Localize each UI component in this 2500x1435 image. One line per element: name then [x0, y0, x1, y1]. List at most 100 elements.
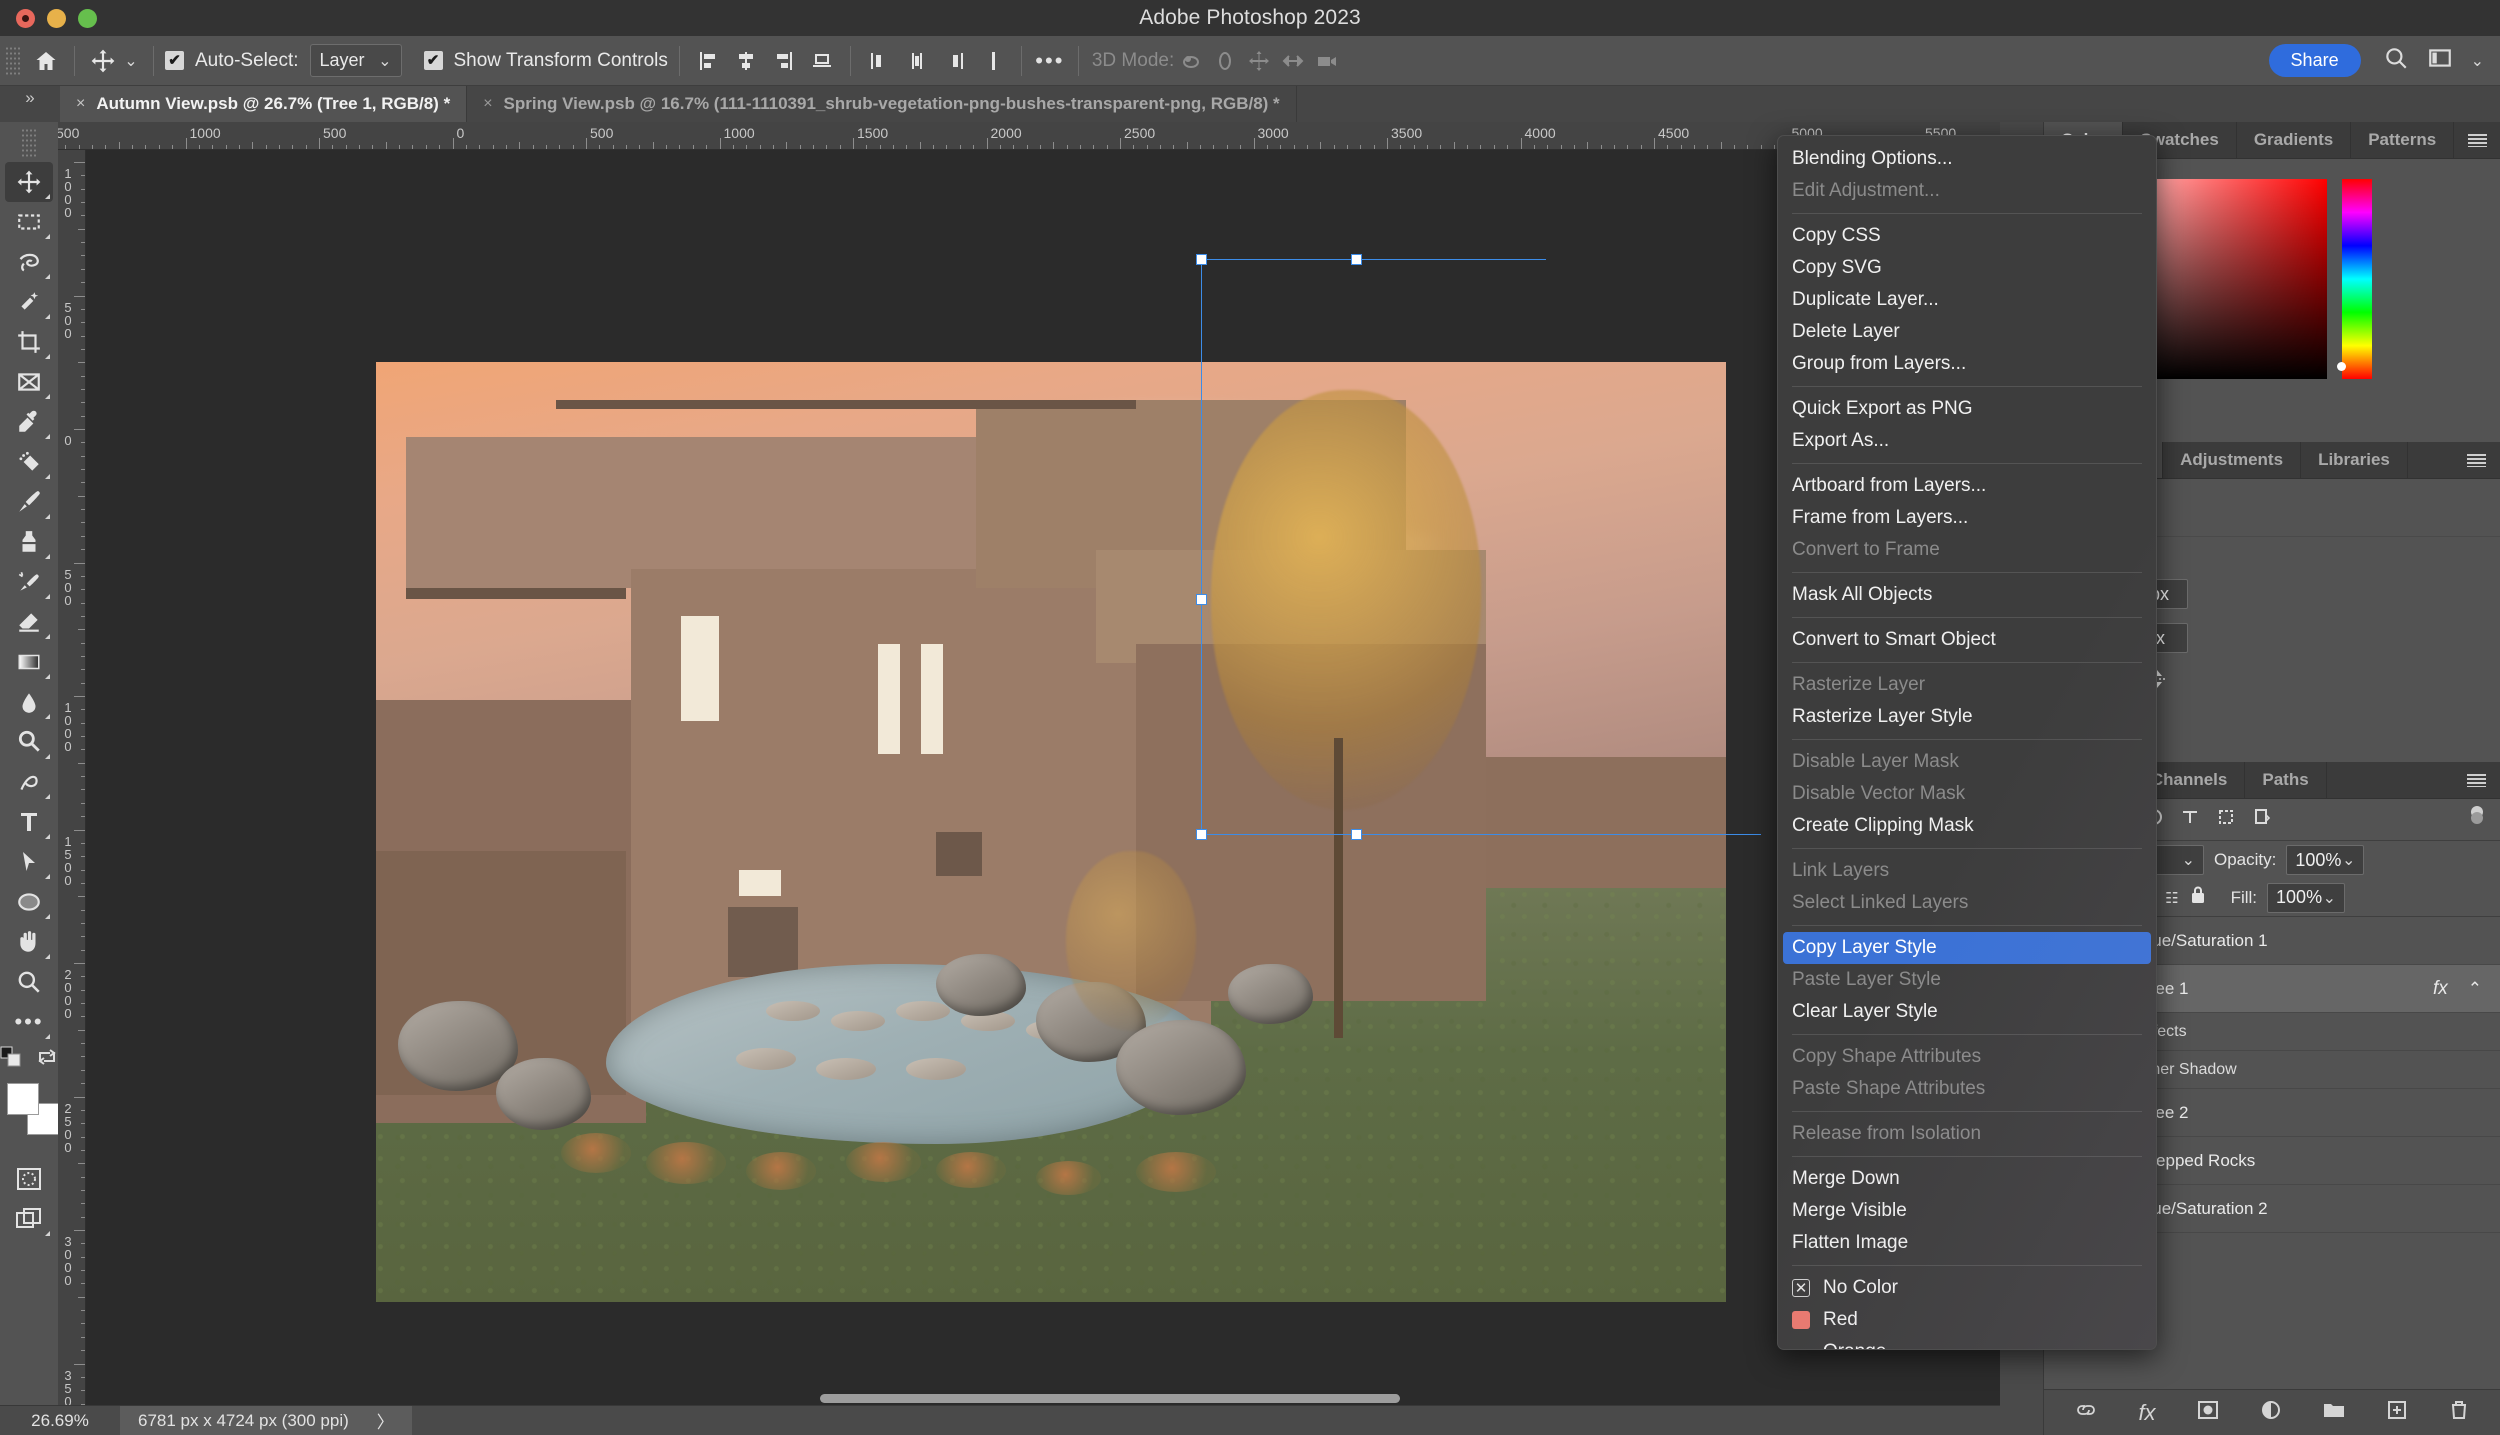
tab-paths[interactable]: Paths: [2245, 762, 2327, 798]
menu-item-frame-from-layers[interactable]: Frame from Layers...: [1778, 502, 2156, 534]
menu-item-duplicate-layer[interactable]: Duplicate Layer...: [1778, 284, 2156, 316]
object-selection-tool[interactable]: [5, 282, 53, 322]
link-layers-icon[interactable]: [2074, 1400, 2098, 1425]
transform-handle-top-left[interactable]: [1196, 254, 1207, 265]
panel-menu-icon[interactable]: [2453, 442, 2500, 478]
document-tab-spring-view[interactable]: × Spring View.psb @ 16.7% (111-1110391_s…: [467, 86, 1297, 122]
hand-tool[interactable]: [5, 922, 53, 962]
tab-gradients[interactable]: Gradients: [2237, 122, 2352, 158]
foreground-color-swatch[interactable]: [7, 1083, 39, 1115]
distribute-center-icon[interactable]: [900, 44, 934, 78]
menu-item-merge-down[interactable]: Merge Down: [1778, 1163, 2156, 1195]
search-icon[interactable]: [2383, 45, 2409, 76]
quick-mask-icon[interactable]: [5, 1159, 53, 1199]
screen-mode-icon[interactable]: [5, 1199, 53, 1239]
home-icon[interactable]: [29, 44, 63, 78]
shape-filter-icon[interactable]: [2216, 807, 2236, 832]
tab-adjustments[interactable]: Adjustments: [2163, 442, 2302, 478]
frame-tool[interactable]: [5, 362, 53, 402]
history-brush-tool[interactable]: [5, 562, 53, 602]
menu-item-no-color[interactable]: ✕ No Color: [1778, 1272, 2156, 1304]
color-swatches[interactable]: [5, 1081, 59, 1141]
menu-item-copy-svg[interactable]: Copy SVG: [1778, 252, 2156, 284]
pen-tool[interactable]: [5, 762, 53, 802]
expand-effects-chevron-icon[interactable]: ⌃: [2468, 979, 2492, 999]
rectangular-marquee-tool[interactable]: [5, 202, 53, 242]
menu-item-rasterize-layer-style[interactable]: Rasterize Layer Style: [1778, 701, 2156, 733]
new-group-icon[interactable]: [2322, 1400, 2346, 1425]
lock-artboard-icon[interactable]: ☷: [2165, 889, 2178, 907]
edit-toolbar-button[interactable]: •••: [5, 1002, 53, 1042]
menu-item-copy-css[interactable]: Copy CSS: [1778, 220, 2156, 252]
menu-item-quick-export-as-png[interactable]: Quick Export as PNG: [1778, 393, 2156, 425]
clone-stamp-tool[interactable]: [5, 522, 53, 562]
auto-select-checkbox[interactable]: ✔: [165, 51, 184, 70]
lock-all-icon[interactable]: [2189, 885, 2207, 910]
layer-effects-fx-icon[interactable]: fx: [2433, 978, 2456, 1000]
transform-handle-bottom-center[interactable]: [1351, 829, 1362, 840]
swap-colors-icon[interactable]: [36, 1046, 58, 1073]
menu-item-mask-all-objects[interactable]: Mask All Objects: [1778, 579, 2156, 611]
tab-patterns[interactable]: Patterns: [2351, 122, 2455, 158]
ellipse-tool[interactable]: [5, 882, 53, 922]
default-colors-icon[interactable]: [0, 1046, 22, 1073]
layer-context-menu[interactable]: Blending Options... Edit Adjustment... Cop…: [1777, 135, 2157, 1350]
align-horizontal-centers-icon[interactable]: [729, 44, 763, 78]
menu-item-blending-options[interactable]: Blending Options...: [1778, 143, 2156, 175]
blur-tool[interactable]: [5, 682, 53, 722]
smartobject-filter-icon[interactable]: [2252, 807, 2272, 832]
menu-item-flatten-image[interactable]: Flatten Image: [1778, 1227, 2156, 1259]
more-options-icon[interactable]: •••: [1033, 44, 1067, 78]
toolbar-grip[interactable]: [21, 128, 37, 158]
horizontal-type-tool[interactable]: [5, 802, 53, 842]
lasso-tool[interactable]: [5, 242, 53, 282]
transform-handle-top-center[interactable]: [1351, 254, 1362, 265]
menu-item-clear-layer-style[interactable]: Clear Layer Style: [1778, 996, 2156, 1028]
filter-toggle-icon[interactable]: [2468, 804, 2486, 835]
zoom-level[interactable]: 26.69%: [0, 1411, 120, 1431]
transform-handle-middle-left[interactable]: [1196, 594, 1207, 605]
menu-item-artboard-from-layers[interactable]: Artboard from Layers...: [1778, 470, 2156, 502]
align-right-edges-icon[interactable]: [767, 44, 801, 78]
fill-field[interactable]: 100% ⌄: [2267, 882, 2346, 913]
new-layer-icon[interactable]: [2386, 1399, 2408, 1426]
eyedropper-tool[interactable]: [5, 402, 53, 442]
panel-menu-icon[interactable]: [2454, 122, 2500, 158]
distribute-vertical-icon[interactable]: [976, 44, 1010, 78]
workspace-panel-icon[interactable]: [2427, 45, 2453, 76]
transform-handle-bottom-left[interactable]: [1196, 829, 1207, 840]
align-top-edges-icon[interactable]: [805, 44, 839, 78]
crop-tool[interactable]: [5, 322, 53, 362]
show-transform-controls-checkbox[interactable]: ✔: [423, 51, 443, 70]
options-bar-grip[interactable]: [5, 45, 21, 76]
move-tool-icon[interactable]: [86, 44, 120, 78]
auto-select-dropdown[interactable]: Layer ⌄: [309, 44, 402, 77]
spot-healing-brush-tool[interactable]: [5, 442, 53, 482]
menu-item-convert-to-smart-object[interactable]: Convert to Smart Object: [1778, 624, 2156, 656]
align-left-edges-icon[interactable]: [691, 44, 725, 78]
distribute-right-icon[interactable]: [938, 44, 972, 78]
gradient-tool[interactable]: [5, 642, 53, 682]
path-selection-tool[interactable]: [5, 842, 53, 882]
document-size-info[interactable]: 6781 px x 4724 px (300 ppi) 〉: [120, 1405, 412, 1435]
share-button[interactable]: Share: [2268, 44, 2361, 77]
menu-item-delete-layer[interactable]: Delete Layer: [1778, 316, 2156, 348]
workspace-chevron-down-icon[interactable]: ⌄: [2471, 51, 2484, 71]
tool-preset-chevron-icon[interactable]: ⌄: [120, 44, 142, 78]
close-icon[interactable]: ×: [76, 95, 85, 113]
opacity-field[interactable]: 100% ⌄: [2286, 845, 2365, 875]
menu-item-export-as[interactable]: Export As...: [1778, 425, 2156, 457]
hue-slider-knob[interactable]: [2337, 362, 2346, 371]
document-artwork[interactable]: [376, 362, 1726, 1302]
add-layer-mask-icon[interactable]: [2196, 1400, 2220, 1425]
menu-item-red[interactable]: Red: [1778, 1304, 2156, 1336]
delete-layer-icon[interactable]: [2448, 1399, 2470, 1426]
menu-item-create-clipping-mask[interactable]: Create Clipping Mask: [1778, 810, 2156, 842]
move-tool[interactable]: [5, 162, 53, 202]
document-tab-autumn-view[interactable]: × Autumn View.psb @ 26.7% (Tree 1, RGB/8…: [60, 86, 468, 122]
menu-item-orange[interactable]: Orange: [1778, 1336, 2156, 1349]
close-icon[interactable]: ×: [483, 95, 492, 113]
zoom-tool[interactable]: [5, 962, 53, 1002]
menu-item-copy-layer-style[interactable]: Copy Layer Style: [1783, 932, 2151, 964]
add-layer-style-icon[interactable]: fx: [2138, 1400, 2155, 1426]
